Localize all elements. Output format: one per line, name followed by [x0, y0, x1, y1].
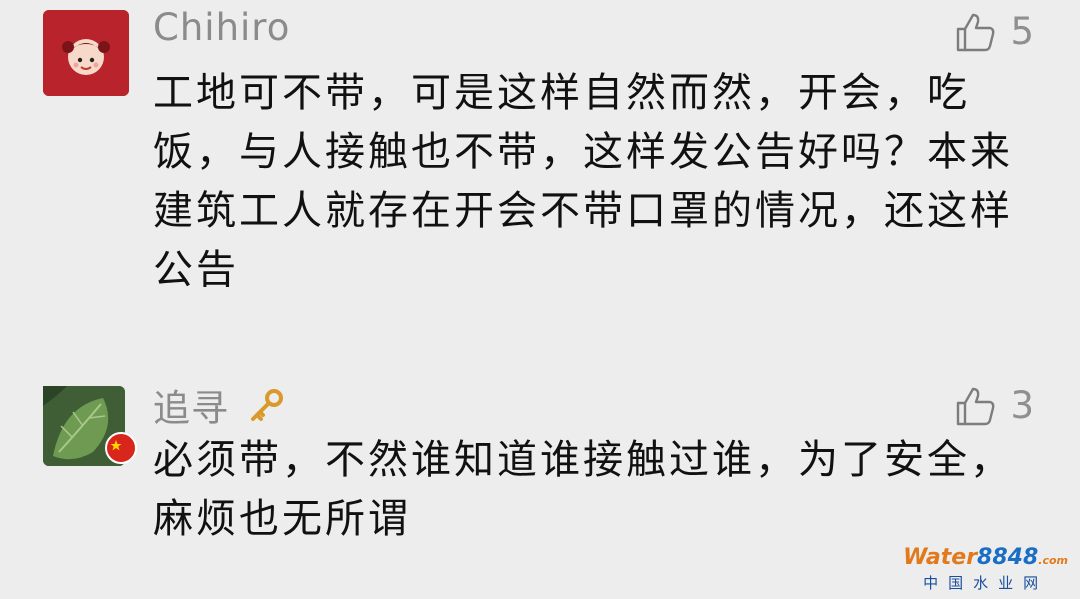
key-icon [248, 388, 284, 433]
watermark-tagline: 中国水业网 [923, 574, 1049, 592]
user-avatar[interactable] [43, 386, 137, 466]
username: 追寻 [153, 387, 229, 430]
watermark-logo: Water8848.com 中国水业网 [903, 545, 1068, 593]
watermark-brand: Water8848.com [903, 545, 1068, 570]
cartoon-girl-avatar-icon [43, 10, 129, 96]
username-row[interactable]: 追寻 [153, 378, 284, 433]
comment-text: 工地可不带，可是这样自然而然，开会，吃饭，与人接触也不带，这样发公告好吗？本来建… [153, 70, 1013, 293]
comment-item: Chihiro 5 工地可不带，可是这样自然而然，开会，吃饭，与人接触也不带，这… [0, 0, 1080, 330]
user-avatar[interactable] [43, 10, 129, 96]
username[interactable]: Chihiro [153, 6, 290, 49]
like-button[interactable]: 5 [954, 10, 1034, 53]
thumbs-up-icon [957, 13, 995, 51]
like-count: 5 [1010, 10, 1034, 53]
thumbs-up-icon [957, 387, 995, 425]
comment-text: 必须带，不然谁知道谁接触过谁，为了安全，麻烦也无所谓 [153, 437, 1013, 542]
like-button[interactable]: 3 [954, 384, 1034, 427]
like-count: 3 [1010, 384, 1034, 427]
flag-badge-icon [105, 432, 137, 464]
